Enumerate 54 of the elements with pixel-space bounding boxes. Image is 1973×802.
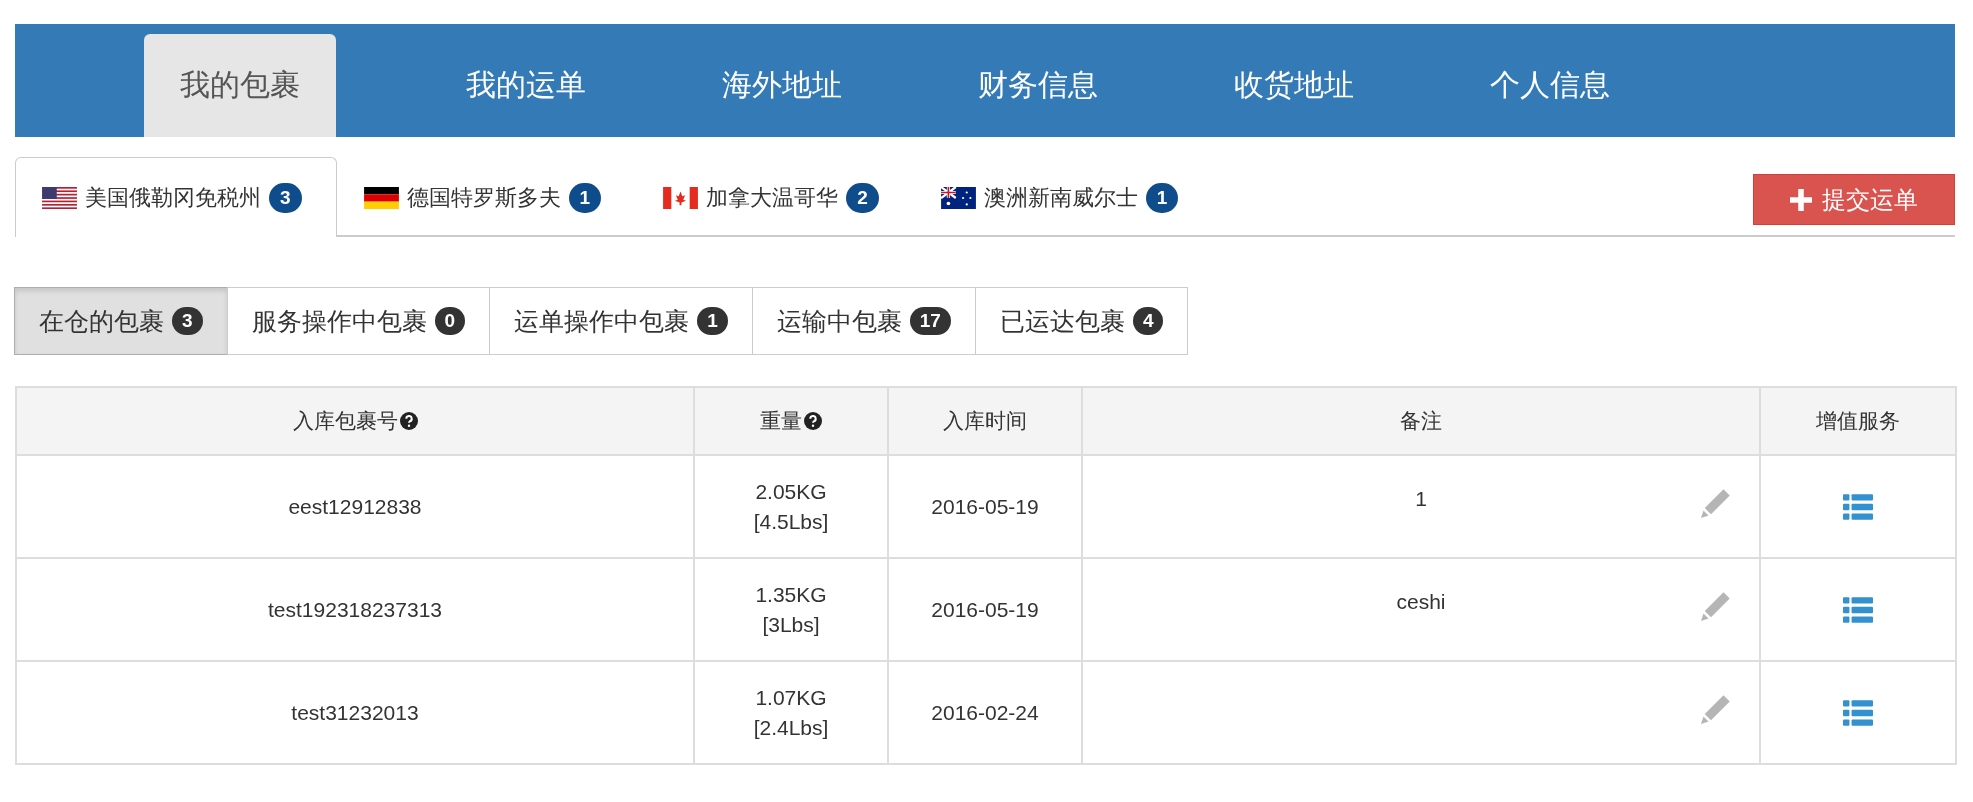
remark-text: 1 (1415, 486, 1427, 510)
status-tab[interactable]: 运输中包裹 17 (751, 287, 976, 355)
pencil-icon[interactable] (1701, 488, 1731, 518)
table-cell: 2016-05-19 (888, 558, 1082, 661)
column-header: 入库时间 (888, 387, 1082, 455)
count-badge: 3 (269, 182, 302, 213)
status-tab[interactable]: 在仓的包裹 3 (14, 287, 228, 355)
pencil-icon[interactable] (1701, 694, 1731, 724)
table-cell: test31232013 (16, 661, 694, 764)
submit-waybill-button[interactable]: 提交运单 (1753, 174, 1955, 225)
help-icon (804, 412, 822, 430)
weight-cell-text: 1.07KG [2.4Lbs] (753, 684, 829, 741)
warehouse-tab[interactable]: 德国特罗斯多夫 1 (336, 157, 637, 237)
remark-text: ceshi (1396, 589, 1446, 613)
plus-icon (1790, 188, 1812, 211)
count-badge: 4 (1132, 307, 1164, 335)
count-badge: 1 (697, 307, 728, 335)
nav-tab[interactable]: 收货地址 (1166, 34, 1422, 137)
weight-cell-text: 1.35KG [3Lbs] (755, 581, 827, 638)
australia-flag-icon (940, 186, 976, 209)
table-cell: 2016-02-24 (888, 661, 1082, 764)
column-header: 增值服务 (1760, 387, 1956, 455)
nav-tab[interactable]: 个人信息 (1422, 34, 1678, 137)
status-tab[interactable]: 运单操作中包裹 1 (489, 287, 753, 355)
pencil-icon[interactable] (1701, 591, 1731, 621)
help-icon (399, 412, 418, 430)
column-header: 备注 (1082, 387, 1760, 455)
warehouse-tab[interactable]: 加拿大温哥华 2 (636, 157, 914, 237)
weight-cell-text: 2.05KG [4.5Lbs] (753, 478, 829, 535)
count-badge: 1 (1145, 182, 1179, 213)
list-icon[interactable] (1843, 492, 1873, 521)
count-badge: 0 (434, 307, 466, 335)
column-header: 入库包裹号 (16, 387, 694, 455)
table-cell: eest12912838 (16, 455, 694, 558)
nav-tab[interactable]: 我的运单 (398, 34, 654, 137)
status-tab[interactable]: 已运达包裹 4 (974, 287, 1189, 355)
warehouse-tab[interactable]: 澳洲新南威尔士 1 (913, 157, 1214, 237)
status-tab[interactable]: 服务操作中包裹 0 (226, 287, 491, 355)
count-badge: 1 (568, 182, 602, 213)
us-flag-icon (42, 186, 77, 209)
count-badge: 17 (909, 307, 951, 335)
nav-tab[interactable]: 我的包裹 (144, 34, 336, 137)
warehouse-tab[interactable]: 美国俄勒冈免税州 3 (15, 157, 337, 237)
germany-flag-icon (363, 186, 399, 209)
table-cell: 2016-05-19 (888, 455, 1082, 558)
nav-tab[interactable]: 海外地址 (654, 34, 910, 137)
list-icon[interactable] (1843, 698, 1873, 727)
count-badge: 3 (172, 307, 203, 335)
canada-flag-icon (663, 186, 699, 209)
nav-tab[interactable]: 财务信息 (910, 34, 1166, 137)
count-badge: 2 (846, 182, 879, 213)
column-header: 重量 (694, 387, 888, 455)
table-cell: test192318237313 (16, 558, 694, 661)
list-icon[interactable] (1843, 595, 1873, 624)
